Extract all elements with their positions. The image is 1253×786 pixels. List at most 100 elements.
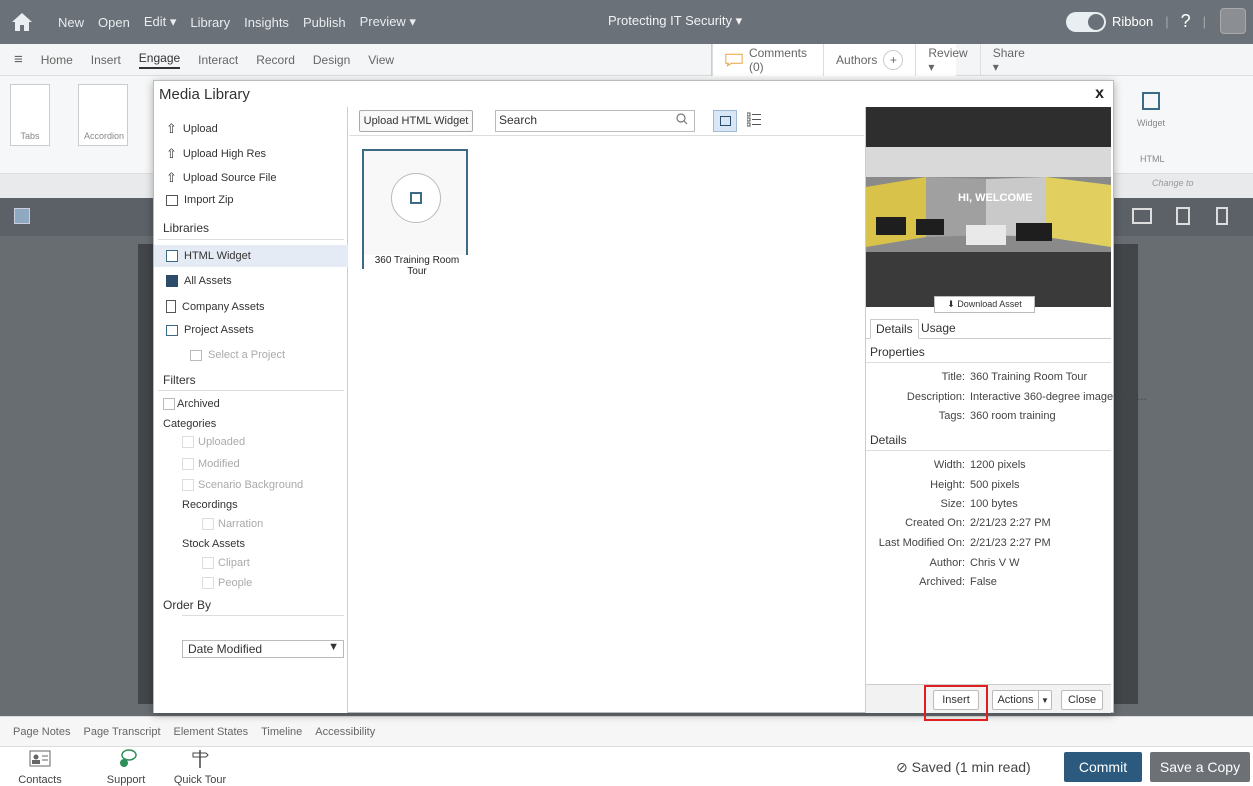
asset-tile-name: 360 Training Room Tour bbox=[364, 255, 470, 277]
comments-button[interactable]: Comments (0) bbox=[712, 44, 823, 76]
slide-icon[interactable] bbox=[14, 208, 30, 224]
menu-preview[interactable]: Preview ▾ bbox=[360, 14, 416, 30]
actions-button[interactable]: Actions bbox=[992, 690, 1038, 710]
help-icon[interactable]: ? bbox=[1181, 11, 1191, 32]
upload-icon: ⇧ bbox=[166, 121, 177, 136]
tab-view[interactable]: View bbox=[368, 53, 394, 67]
library-all-assets[interactable]: All Assets bbox=[166, 275, 232, 287]
order-by-select[interactable]: Date Modified ▼ bbox=[182, 640, 344, 658]
upload-source-label: Upload Source File bbox=[182, 172, 277, 184]
upload-html-widget-button[interactable]: Upload HTML Widget bbox=[359, 110, 473, 132]
close-button[interactable]: Close bbox=[1061, 690, 1103, 710]
library-html-widget[interactable]: HTML Widget bbox=[166, 250, 251, 262]
tab-details[interactable]: Details bbox=[870, 319, 919, 339]
detail-value: 500 pixels bbox=[970, 479, 1020, 491]
insert-button[interactable]: Insert bbox=[933, 690, 979, 710]
search-input[interactable]: Search bbox=[495, 110, 695, 132]
home-icon[interactable] bbox=[0, 0, 44, 44]
people-checkbox[interactable] bbox=[202, 577, 214, 589]
authors-button[interactable]: Authors + bbox=[823, 44, 915, 76]
modified-checkbox[interactable] bbox=[182, 458, 194, 470]
archived-filter[interactable]: Archived bbox=[163, 398, 220, 410]
support-button[interactable]: Support bbox=[96, 747, 156, 786]
divider bbox=[349, 135, 864, 136]
desktop-view-icon[interactable] bbox=[1132, 208, 1152, 224]
download-asset-button[interactable]: ⬇ Download Asset bbox=[934, 296, 1035, 313]
quick-tour-button[interactable]: Quick Tour bbox=[170, 747, 230, 786]
select-project[interactable]: Select a Project bbox=[190, 349, 285, 361]
tab-page-notes[interactable]: Page Notes bbox=[13, 726, 70, 738]
upload-high-res-label: Upload High Res bbox=[182, 148, 267, 160]
library-project-assets[interactable]: Project Assets bbox=[166, 324, 254, 336]
tab-timeline[interactable]: Timeline bbox=[261, 726, 302, 738]
review-button[interactable]: Review ▾ bbox=[915, 44, 979, 76]
project-assets-label: Project Assets bbox=[184, 324, 254, 336]
scenario-filter[interactable]: Scenario Background bbox=[182, 479, 303, 491]
menu-new[interactable]: New bbox=[58, 15, 84, 30]
menu-edit[interactable]: Edit ▾ bbox=[144, 14, 177, 30]
ribbon-item-tabs[interactable]: Tabs bbox=[10, 84, 50, 146]
tab-insert[interactable]: Insert bbox=[91, 53, 121, 67]
search-icon[interactable] bbox=[676, 113, 688, 128]
people-label: People bbox=[218, 577, 253, 589]
grid-view-button[interactable] bbox=[713, 110, 737, 132]
upload-item[interactable]: ⇧ Upload bbox=[166, 121, 218, 137]
import-zip-item[interactable]: Import Zip bbox=[166, 194, 234, 206]
library-sidebar: ⇧ Upload ⇧ Upload High Res ⇧ Upload Source … bbox=[154, 107, 348, 713]
phone-view-icon[interactable] bbox=[1216, 207, 1228, 225]
archived-checkbox[interactable] bbox=[163, 398, 175, 410]
comments-label: Comments (0) bbox=[748, 46, 807, 74]
import-zip-label: Import Zip bbox=[184, 194, 234, 206]
share-button[interactable]: Share ▾ bbox=[979, 44, 1037, 76]
contacts-button[interactable]: Contacts bbox=[10, 747, 70, 786]
close-icon[interactable]: x bbox=[1095, 85, 1104, 103]
avatar[interactable] bbox=[1220, 8, 1246, 34]
commit-button[interactable]: Commit bbox=[1064, 752, 1142, 782]
upload-icon: ⇧ bbox=[166, 146, 177, 161]
tab-element-states[interactable]: Element States bbox=[174, 726, 249, 738]
tab-engage[interactable]: Engage bbox=[138, 51, 181, 69]
save-copy-button[interactable]: Save a Copy bbox=[1150, 752, 1250, 782]
hamburger-icon[interactable]: ≡ bbox=[14, 51, 23, 68]
ribbon-toggle[interactable] bbox=[1066, 11, 1106, 32]
menu-insights[interactable]: Insights bbox=[244, 15, 289, 30]
tab-interact[interactable]: Interact bbox=[198, 53, 238, 67]
people-filter[interactable]: People bbox=[202, 577, 252, 589]
scenario-checkbox[interactable] bbox=[182, 479, 194, 491]
tab-record[interactable]: Record bbox=[256, 53, 295, 67]
upload-high-res-item[interactable]: ⇧ Upload High Res bbox=[166, 146, 266, 162]
upload-source-item[interactable]: ⇧ Upload Source File bbox=[166, 170, 276, 186]
details-footer: Insert Actions ▼ Close bbox=[866, 684, 1111, 721]
clipart-checkbox[interactable] bbox=[202, 557, 214, 569]
ribbon-item-accordion[interactable]: Accordion bbox=[78, 84, 128, 146]
html-widget-label: HTML Widget bbox=[184, 250, 251, 262]
library-company-assets[interactable]: Company Assets bbox=[166, 300, 265, 313]
ribbon-tabs: ≡ Home Insert Engage Interact Record Des… bbox=[0, 44, 1253, 76]
narration-filter[interactable]: Narration bbox=[202, 518, 263, 530]
clipart-filter[interactable]: Clipart bbox=[202, 557, 250, 569]
asset-tile[interactable]: 360 Training Room Tour bbox=[362, 149, 470, 277]
tab-home[interactable]: Home bbox=[41, 53, 73, 67]
tabs-right-group: Comments (0) Authors + Review ▾ Share ▾ bbox=[711, 44, 1025, 76]
narration-checkbox[interactable] bbox=[202, 518, 214, 530]
list-view-button[interactable] bbox=[746, 112, 761, 131]
actions-dropdown-button[interactable]: ▼ bbox=[1038, 690, 1052, 710]
tab-usage[interactable]: Usage bbox=[916, 319, 961, 339]
tab-design[interactable]: Design bbox=[313, 53, 350, 67]
tab-page-transcript[interactable]: Page Transcript bbox=[83, 726, 160, 738]
tablet-view-icon[interactable] bbox=[1176, 207, 1190, 225]
add-author-icon[interactable]: + bbox=[883, 50, 904, 70]
uploaded-filter[interactable]: Uploaded bbox=[182, 436, 245, 448]
tab-accessibility[interactable]: Accessibility bbox=[315, 726, 375, 738]
order-by-value: Date Modified bbox=[188, 642, 263, 656]
menu-open[interactable]: Open bbox=[98, 15, 130, 30]
uploaded-checkbox[interactable] bbox=[182, 436, 194, 448]
project-title[interactable]: Protecting IT Security ▾ bbox=[608, 13, 742, 29]
modified-filter[interactable]: Modified bbox=[182, 458, 240, 470]
preview-welcome-text: HI, WELCOME bbox=[958, 192, 1033, 204]
ribbon-item-widget[interactable]: Widget bbox=[1130, 86, 1172, 144]
detail-key: Archived: bbox=[919, 576, 965, 588]
menu-publish[interactable]: Publish bbox=[303, 15, 346, 30]
menu-library[interactable]: Library bbox=[190, 15, 230, 30]
change-to-label: Change to bbox=[1152, 178, 1194, 188]
